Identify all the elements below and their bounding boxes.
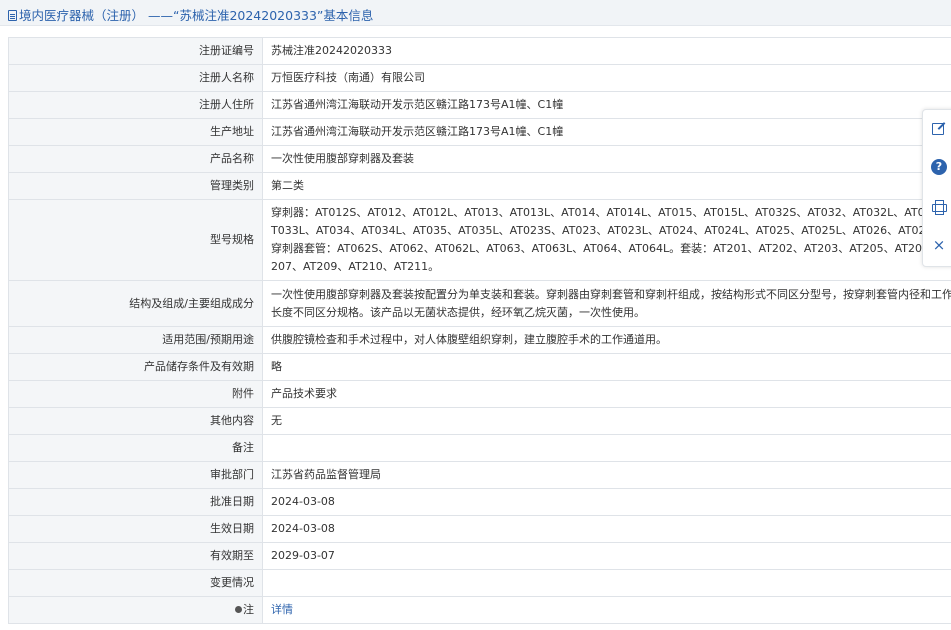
field-value: 第二类	[262, 172, 951, 200]
field-value: 江苏省药品监督管理局	[262, 461, 951, 489]
table-row: 审批部门 江苏省药品监督管理局	[8, 461, 951, 489]
field-label: 审批部门	[8, 461, 263, 489]
print-icon[interactable]	[931, 199, 947, 215]
table-row: 产品储存条件及有效期 略	[8, 353, 951, 381]
field-value: 一次性使用腹部穿刺器及套装	[262, 145, 951, 173]
note-value: 详情	[262, 596, 951, 624]
field-label: 型号规格	[8, 199, 263, 281]
field-label: 注册人住所	[8, 91, 263, 119]
note-label-text: 注	[243, 603, 254, 616]
field-label: 其他内容	[8, 407, 263, 435]
field-value: 苏械注准20242020333	[262, 37, 951, 65]
floating-toolbar: ? ×	[922, 109, 951, 267]
page-header: 境内医疗器械（注册） ——“苏械注准20242020333”基本信息	[0, 0, 951, 26]
field-value: 产品技术要求	[262, 380, 951, 408]
table-row: 批准日期 2024-03-08	[8, 488, 951, 516]
table-row: 注册人住所 江苏省通州湾江海联动开发示范区赣江路173号A1幢、C1幢	[8, 91, 951, 119]
table-row: 适用范围/预期用途 供腹腔镜检查和手术过程中，对人体腹壁组织穿刺，建立腹腔手术的…	[8, 326, 951, 354]
field-value: 江苏省通州湾江海联动开发示范区赣江路173号A1幢、C1幢	[262, 91, 951, 119]
pin-icon	[235, 606, 242, 613]
field-label: 生产地址	[8, 118, 263, 146]
page-title: 境内医疗器械（注册） ——“苏械注准20242020333”基本信息	[8, 5, 373, 24]
document-icon	[8, 10, 17, 21]
field-label: 生效日期	[8, 515, 263, 543]
field-label: 产品名称	[8, 145, 263, 173]
field-label: 附件	[8, 380, 263, 408]
field-value: 无	[262, 407, 951, 435]
field-label: 有效期至	[8, 542, 263, 570]
field-value: 穿刺器：AT012S、AT012、AT012L、AT013、AT013L、AT0…	[262, 199, 951, 281]
table-row: 变更情况	[8, 569, 951, 597]
table-row: 结构及组成/主要组成成分 一次性使用腹部穿刺器及套装按配置分为单支装和套装。穿刺…	[8, 280, 951, 327]
table-row: 生产地址 江苏省通州湾江海联动开发示范区赣江路173号A1幢、C1幢	[8, 118, 951, 146]
page-title-text: 境内医疗器械（注册） ——“苏械注准20242020333”基本信息	[19, 8, 374, 23]
field-value	[262, 569, 951, 597]
field-label: 变更情况	[8, 569, 263, 597]
table-row: 注册人名称 万恒医疗科技（南通）有限公司	[8, 64, 951, 92]
table-row: 产品名称 一次性使用腹部穿刺器及套装	[8, 145, 951, 173]
table-row: 其他内容 无	[8, 407, 951, 435]
field-value: 江苏省通州湾江海联动开发示范区赣江路173号A1幢、C1幢	[262, 118, 951, 146]
table-row: 注 详情	[8, 596, 951, 624]
field-label: 适用范围/预期用途	[8, 326, 263, 354]
table-row: 型号规格 穿刺器：AT012S、AT012、AT012L、AT013、AT013…	[8, 199, 951, 281]
field-value: 供腹腔镜检查和手术过程中，对人体腹壁组织穿刺，建立腹腔手术的工作通道用。	[262, 326, 951, 354]
field-value	[262, 434, 951, 462]
table-row: 管理类别 第二类	[8, 172, 951, 200]
details-link[interactable]: 详情	[271, 603, 293, 616]
field-label: 结构及组成/主要组成成分	[8, 280, 263, 327]
field-label: 批准日期	[8, 488, 263, 516]
table-row: 生效日期 2024-03-08	[8, 515, 951, 543]
table-row: 附件 产品技术要求	[8, 380, 951, 408]
note-label: 注	[8, 596, 263, 624]
field-label: 管理类别	[8, 172, 263, 200]
info-table: 注册证编号 苏械注准20242020333 注册人名称 万恒医疗科技（南通）有限…	[8, 37, 951, 624]
field-value: 2024-03-08	[262, 515, 951, 543]
field-value: 2029-03-07	[262, 542, 951, 570]
field-value: 一次性使用腹部穿刺器及套装按配置分为单支装和套装。穿刺器由穿刺套管和穿刺杆组成，…	[262, 280, 951, 327]
field-label: 产品储存条件及有效期	[8, 353, 263, 381]
table-row: 注册证编号 苏械注准20242020333	[8, 37, 951, 65]
field-label: 注册证编号	[8, 37, 263, 65]
edit-icon[interactable]	[931, 121, 947, 137]
table-row: 有效期至 2029-03-07	[8, 542, 951, 570]
close-icon[interactable]: ×	[931, 237, 947, 253]
help-icon[interactable]: ?	[931, 159, 947, 175]
table-row: 备注	[8, 434, 951, 462]
field-label: 备注	[8, 434, 263, 462]
field-value: 2024-03-08	[262, 488, 951, 516]
field-value: 略	[262, 353, 951, 381]
field-value: 万恒医疗科技（南通）有限公司	[262, 64, 951, 92]
field-label: 注册人名称	[8, 64, 263, 92]
